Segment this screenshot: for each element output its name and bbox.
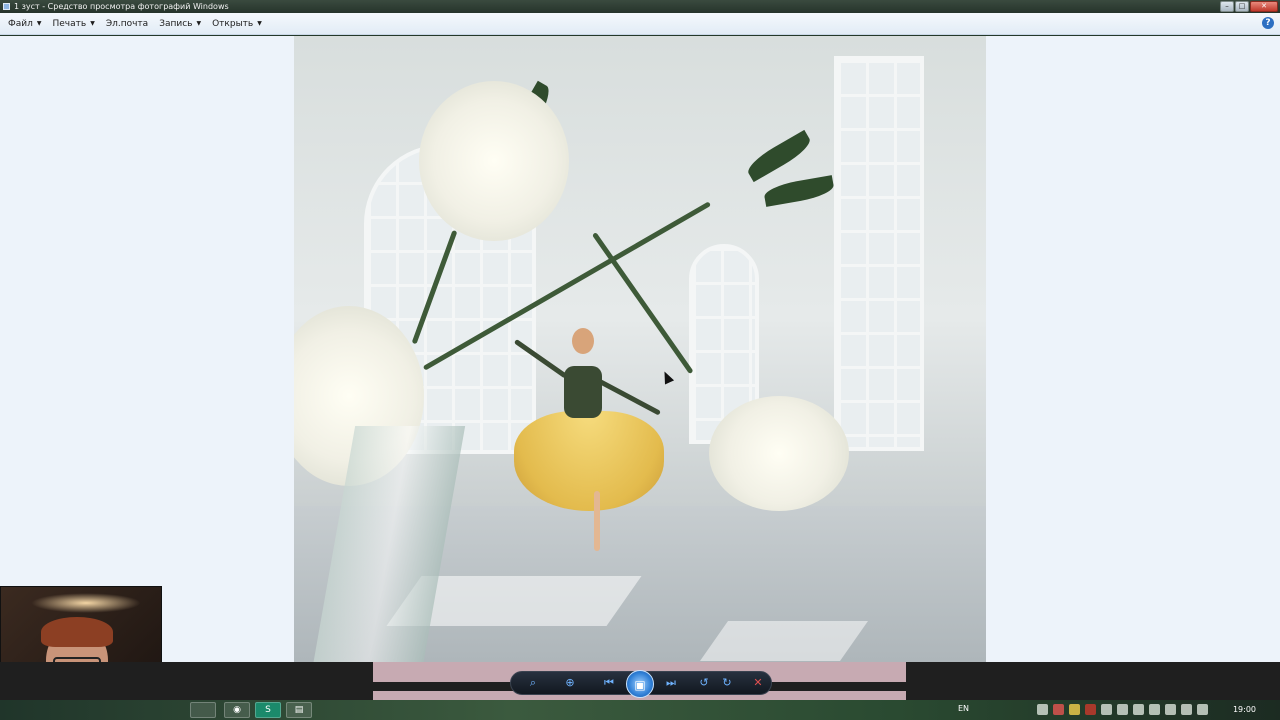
title-bar: 1 зуст - Средство просмотра фотографий W… (0, 0, 1280, 13)
photo-window-right (834, 56, 924, 451)
rotate-cw-icon[interactable]: ↻ (718, 675, 736, 691)
menu-burn[interactable]: Запись ▼ (159, 19, 201, 29)
tray-icon[interactable] (1149, 704, 1160, 715)
menu-email-label: Эл.почта (105, 18, 149, 29)
photo-dancer-head (572, 328, 594, 354)
webcam-person-hair (41, 617, 113, 647)
language-indicator[interactable]: EN (958, 704, 969, 713)
previous-icon[interactable]: ⏮ (600, 675, 618, 691)
system-tray (1037, 704, 1208, 715)
photo-leaf (762, 175, 836, 207)
photo-viewer-app-icon (3, 3, 10, 10)
webcam-lamp (31, 593, 141, 613)
taskbar-clock[interactable]: 19:00 (1233, 705, 1256, 714)
taskbar-button[interactable]: ◉ (224, 702, 250, 718)
menu-print-label: Печать (52, 18, 87, 29)
displayed-photo (294, 36, 986, 662)
photo-flower-stem (591, 232, 694, 375)
windows-taskbar: ◉ S ▤ EN 19:00 (0, 700, 1280, 720)
chevron-down-icon: ▼ (257, 20, 262, 27)
delete-icon[interactable]: ✕ (749, 675, 767, 691)
menu-bar: Файл ▼ Печать ▼ Эл.почта Запись ▼ Открыть ▼ … (0, 13, 1280, 35)
chevron-down-icon: ▼ (36, 20, 42, 27)
close-button[interactable]: ✕ (1250, 1, 1278, 12)
photo-dancer-arm (596, 378, 661, 416)
taskbar-button[interactable] (190, 702, 216, 718)
viewer-control-bar: ⌕ ⊕ ⏮ ▣ ⏭ ↺ ↻ ✕ (0, 662, 1280, 700)
tray-icon[interactable] (1053, 704, 1064, 715)
photo-dancer-skirt (514, 411, 664, 511)
actual-size-icon[interactable]: ⊕ (561, 675, 579, 691)
slideshow-button[interactable]: ▣ (626, 670, 654, 698)
menu-open-label: Открыть (212, 18, 254, 29)
mouse-cursor-icon (659, 369, 675, 385)
window-controls: – □ ✕ (1220, 1, 1278, 12)
menu-print[interactable]: Печать ▼ (53, 19, 95, 29)
tray-icon[interactable] (1037, 704, 1048, 715)
photo-dancer-body (564, 366, 602, 418)
photo-flower (709, 396, 849, 511)
tray-icon[interactable] (1101, 704, 1112, 715)
volume-icon[interactable] (1181, 704, 1192, 715)
tray-icon[interactable] (1133, 704, 1144, 715)
skype-taskbar-button[interactable]: S (255, 702, 281, 718)
photo-leaf (743, 129, 815, 183)
maximize-button[interactable]: □ (1235, 1, 1249, 12)
zoom-icon[interactable]: ⌕ (524, 675, 542, 691)
network-icon[interactable] (1197, 704, 1208, 715)
photo-sunlight (699, 621, 869, 661)
menu-file-label: Файл (8, 18, 33, 29)
menu-file[interactable]: Файл ▼ (8, 19, 42, 29)
menu-email[interactable]: Эл.почта (106, 19, 148, 29)
chevron-down-icon: ▼ (196, 20, 202, 27)
tray-icon[interactable] (1069, 704, 1080, 715)
window-title: 1 зуст - Средство просмотра фотографий W… (14, 2, 229, 11)
menu-open[interactable]: Открыть ▼ (212, 19, 262, 29)
help-icon[interactable]: ? (1262, 17, 1274, 29)
photo-dancer-leg (594, 491, 600, 551)
photo-viewer-area (0, 36, 1280, 662)
menu-burn-label: Запись (159, 18, 193, 29)
next-icon[interactable]: ⏭ (662, 675, 680, 691)
photo-flower (419, 81, 569, 241)
tray-icon[interactable] (1165, 704, 1176, 715)
photo-viewer-taskbar-button[interactable]: ▤ (286, 702, 312, 718)
minimize-button[interactable]: – (1220, 1, 1234, 12)
chevron-down-icon: ▼ (90, 20, 95, 27)
tray-icon[interactable] (1117, 704, 1128, 715)
tray-icon[interactable] (1085, 704, 1096, 715)
rotate-ccw-icon[interactable]: ↺ (695, 675, 713, 691)
